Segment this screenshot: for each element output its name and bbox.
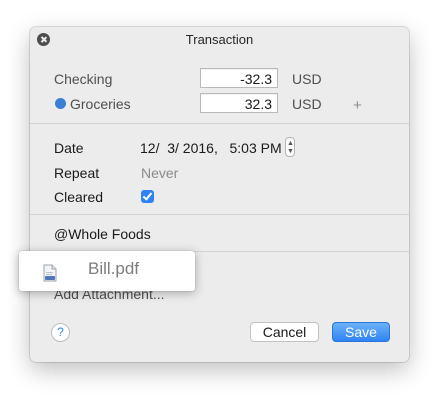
dragged-file-card[interactable]: Bill.pdf (19, 251, 195, 291)
dialog-title: Transaction (185, 32, 254, 47)
split-amount-checking[interactable]: -32.3 (200, 68, 278, 88)
cancel-button[interactable]: Cancel (250, 322, 319, 342)
save-button[interactable]: Save (332, 322, 390, 342)
help-button[interactable]: ? (51, 323, 70, 342)
split-account-groceries[interactable]: Groceries (70, 96, 131, 112)
title-bar: Transaction (30, 27, 409, 51)
date-stepper[interactable]: ▲ ▼ (285, 137, 295, 157)
dragged-file-name: Bill.pdf (88, 259, 140, 278)
repeat-value[interactable]: Never (141, 165, 178, 181)
cleared-label: Cleared (54, 189, 104, 205)
date-label: Date (54, 140, 84, 156)
add-split-plus-icon[interactable]: + (353, 98, 362, 113)
split-account-checking[interactable]: Checking (54, 71, 112, 87)
split-currency-groceries[interactable]: USD (292, 96, 322, 112)
split-currency-checking[interactable]: USD (292, 71, 322, 87)
pdf-file-icon (43, 264, 57, 282)
cleared-checkbox[interactable] (141, 190, 154, 203)
stepper-down-icon[interactable]: ▼ (287, 148, 294, 155)
stepper-up-icon[interactable]: ▲ (287, 140, 294, 147)
section-divider (30, 123, 409, 124)
groceries-color-dot-icon (55, 98, 66, 109)
repeat-label: Repeat (54, 165, 100, 181)
date-picker[interactable]: 12/ 3/ 2016, 5:03 PM (140, 140, 282, 156)
section-divider (30, 214, 409, 215)
split-amount-groceries[interactable]: 32.3 (200, 93, 278, 113)
payee-field[interactable]: @Whole Foods (54, 226, 151, 242)
transaction-dialog: Transaction Checking -32.3 USD Groceries… (30, 27, 409, 362)
